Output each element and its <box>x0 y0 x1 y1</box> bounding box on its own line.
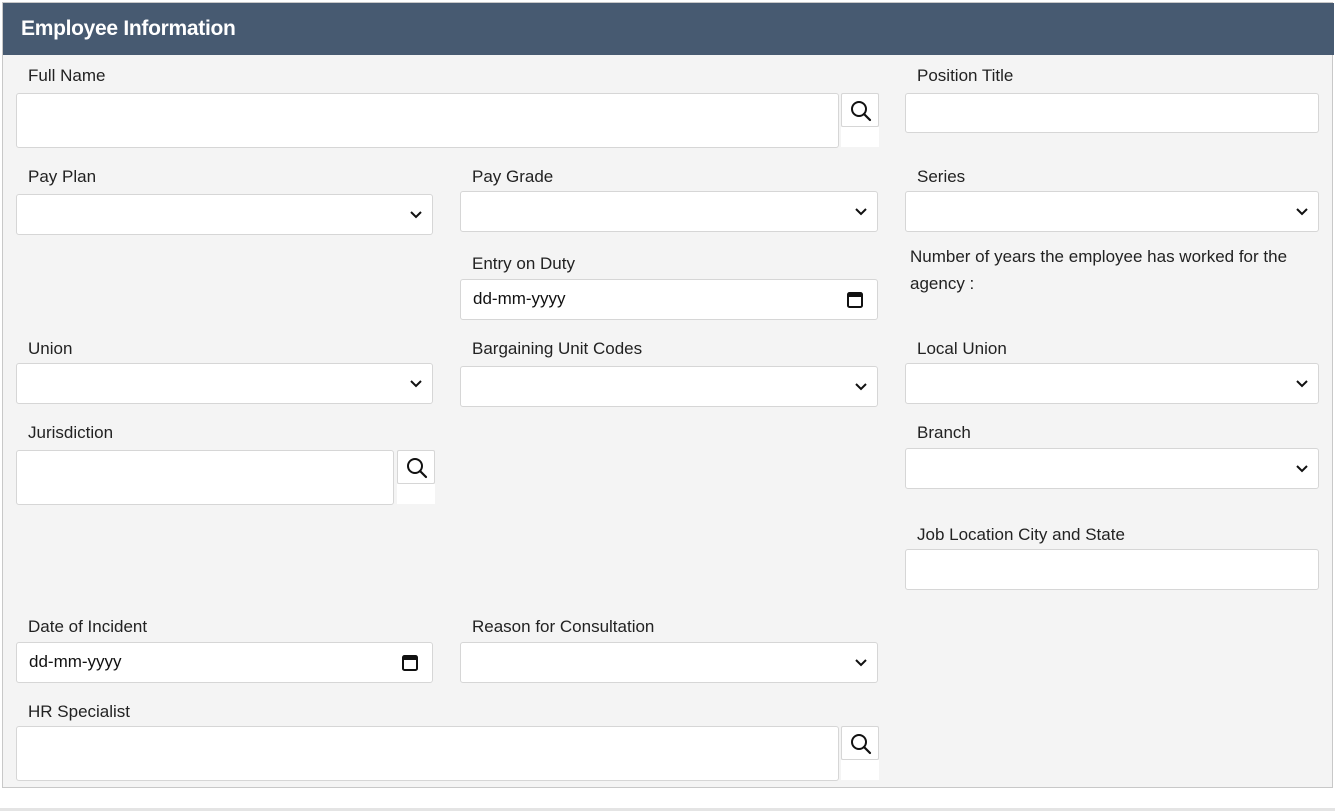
chevron-down-icon <box>410 210 422 218</box>
full-name-search-button[interactable] <box>841 93 879 147</box>
entry-on-duty-placeholder: dd-mm-yyyy <box>473 289 566 308</box>
pay-grade-label: Pay Grade <box>472 167 554 186</box>
chevron-down-icon <box>855 382 867 390</box>
jurisdiction-search-button[interactable] <box>397 450 435 504</box>
hr-specialist-label: HR Specialist <box>28 702 131 721</box>
reason-for-consultation-select[interactable] <box>460 642 878 683</box>
hr-specialist-input[interactable] <box>16 726 839 781</box>
full-name-input[interactable] <box>16 93 839 148</box>
full-name-label: Full Name <box>28 66 106 85</box>
union-label: Union <box>28 339 73 358</box>
search-icon <box>851 101 872 122</box>
years-worked-note: Number of years the employee has worked … <box>910 247 1288 293</box>
local-union-select[interactable] <box>905 363 1319 404</box>
job-location-input[interactable] <box>905 549 1319 590</box>
branch-select[interactable] <box>905 448 1319 489</box>
jurisdiction-input[interactable] <box>16 450 394 505</box>
chevron-down-icon <box>1296 379 1308 387</box>
chevron-down-icon <box>1296 464 1308 472</box>
position-title-label: Position Title <box>917 66 1014 85</box>
reason-for-consultation-label: Reason for Consultation <box>472 617 655 636</box>
calendar-icon[interactable] <box>847 291 863 308</box>
calendar-icon[interactable] <box>402 654 418 671</box>
bargaining-unit-codes-label: Bargaining Unit Codes <box>472 339 643 358</box>
search-icon <box>851 734 872 755</box>
entry-on-duty-label: Entry on Duty <box>472 254 575 273</box>
pay-grade-select[interactable] <box>460 191 878 232</box>
series-select[interactable] <box>905 191 1319 232</box>
jurisdiction-label: Jurisdiction <box>28 423 114 442</box>
chevron-down-icon <box>1296 207 1308 215</box>
series-label: Series <box>917 167 966 186</box>
bargaining-unit-codes-select[interactable] <box>460 366 878 407</box>
chevron-down-icon <box>855 207 867 215</box>
date-of-incident-date-input[interactable]: dd-mm-yyyy <box>16 642 433 683</box>
local-union-label: Local Union <box>917 339 1007 358</box>
pay-plan-select[interactable] <box>16 194 433 235</box>
chevron-down-icon <box>410 379 422 387</box>
position-title-input[interactable] <box>905 93 1319 133</box>
date-of-incident-placeholder: dd-mm-yyyy <box>29 652 122 671</box>
job-location-label: Job Location City and State <box>917 525 1125 544</box>
chevron-down-icon <box>855 658 867 666</box>
union-select[interactable] <box>16 363 433 404</box>
entry-on-duty-date-input[interactable]: dd-mm-yyyy <box>460 279 878 320</box>
pay-plan-label: Pay Plan <box>28 167 97 186</box>
panel-title: Employee Information <box>3 3 1334 55</box>
date-of-incident-label: Date of Incident <box>28 617 148 636</box>
hr-specialist-search-button[interactable] <box>841 726 879 780</box>
search-icon <box>407 458 428 479</box>
branch-label: Branch <box>917 423 971 442</box>
